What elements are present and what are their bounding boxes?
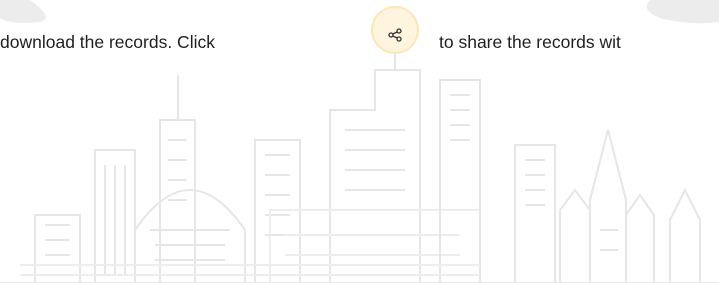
cloud-left [0,0,46,23]
instruction-text-after: to share the records wit [439,32,621,52]
share-button[interactable] [371,6,419,54]
share-icon [388,28,402,42]
instruction-text-before: download the records. Click [0,32,215,52]
cloud-right [646,0,719,24]
